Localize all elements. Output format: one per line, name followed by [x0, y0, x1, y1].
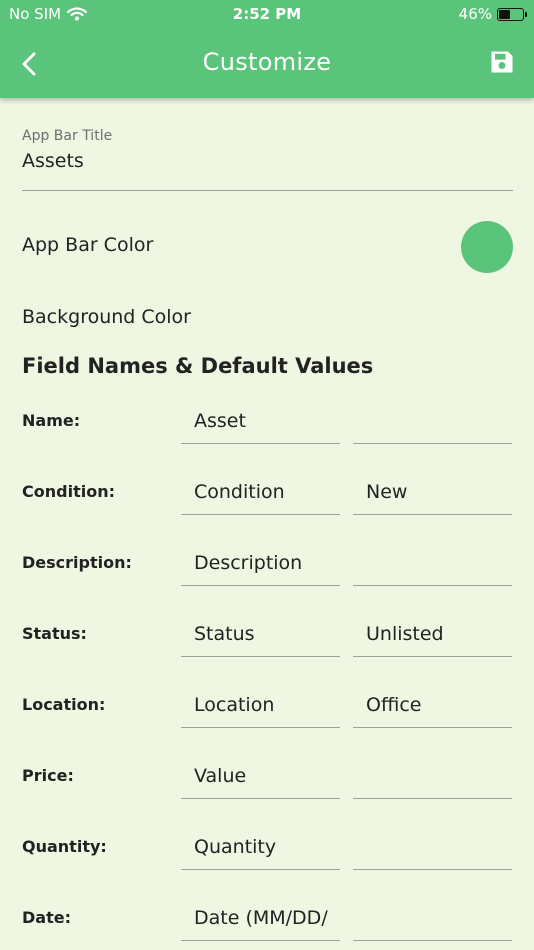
field-name-input[interactable]: Condition [181, 470, 340, 515]
field-row-status: Status: Status Unlisted [22, 612, 513, 666]
background-color-label: Background Color [22, 306, 191, 328]
field-row-name: Name: Asset [22, 399, 513, 453]
field-label: Quantity: [22, 837, 107, 856]
field-name-input[interactable]: Asset [181, 399, 340, 444]
field-default-input[interactable] [353, 541, 512, 586]
page-title: Customize [202, 48, 332, 76]
field-default-input[interactable] [353, 399, 512, 444]
nav-bar: Customize [0, 40, 534, 86]
battery-icon [497, 7, 524, 21]
section-title: Field Names & Default Values [22, 354, 374, 378]
field-row-location: Location: Location Office [22, 683, 513, 737]
field-label: Location: [22, 695, 106, 714]
field-name-input[interactable]: Status [181, 612, 340, 657]
field-label: Status: [22, 624, 87, 643]
app-bar: No SIM 2:52 PM 46% Customize [0, 0, 534, 98]
field-row-description: Description: Description [22, 541, 513, 595]
status-bar: No SIM 2:52 PM 46% [0, 0, 534, 28]
field-label: Price: [22, 766, 74, 785]
save-icon[interactable] [488, 48, 516, 76]
field-name-input[interactable]: Date (MM/DD/ [181, 896, 340, 941]
field-name-input[interactable]: Location [181, 683, 340, 728]
field-default-input[interactable]: Unlisted [353, 612, 512, 657]
battery-tip [525, 11, 527, 17]
field-default-input[interactable]: New [353, 470, 512, 515]
app-bar-title-field[interactable]: App Bar Title Assets [22, 128, 513, 191]
field-label: Condition: [22, 482, 115, 501]
field-default-input[interactable] [353, 896, 512, 941]
field-name-input[interactable]: Quantity [181, 825, 340, 870]
field-row-date: Date: Date (MM/DD/ [22, 896, 513, 950]
app-bar-title-input[interactable]: Assets [22, 150, 84, 172]
battery-percent: 46% [458, 5, 492, 23]
status-right: 46% [459, 5, 527, 23]
field-label: Description: [22, 553, 132, 572]
field-default-input[interactable] [353, 825, 512, 870]
field-row-condition: Condition: Condition New [22, 470, 513, 524]
field-label: Name: [22, 411, 81, 430]
field-label: Date: [22, 908, 71, 927]
field-row-quantity: Quantity: Quantity [22, 825, 513, 879]
field-row-price: Price: Value [22, 754, 513, 808]
app-bar-color-swatch[interactable] [461, 221, 513, 273]
app-bar-title-label: App Bar Title [22, 128, 113, 144]
field-default-input[interactable] [353, 754, 512, 799]
field-name-input[interactable]: Description [181, 541, 340, 586]
app-bar-color-label: App Bar Color [22, 234, 154, 256]
status-time: 2:52 PM [232, 5, 302, 23]
field-name-input[interactable]: Value [181, 754, 340, 799]
field-default-input[interactable]: Office [353, 683, 512, 728]
